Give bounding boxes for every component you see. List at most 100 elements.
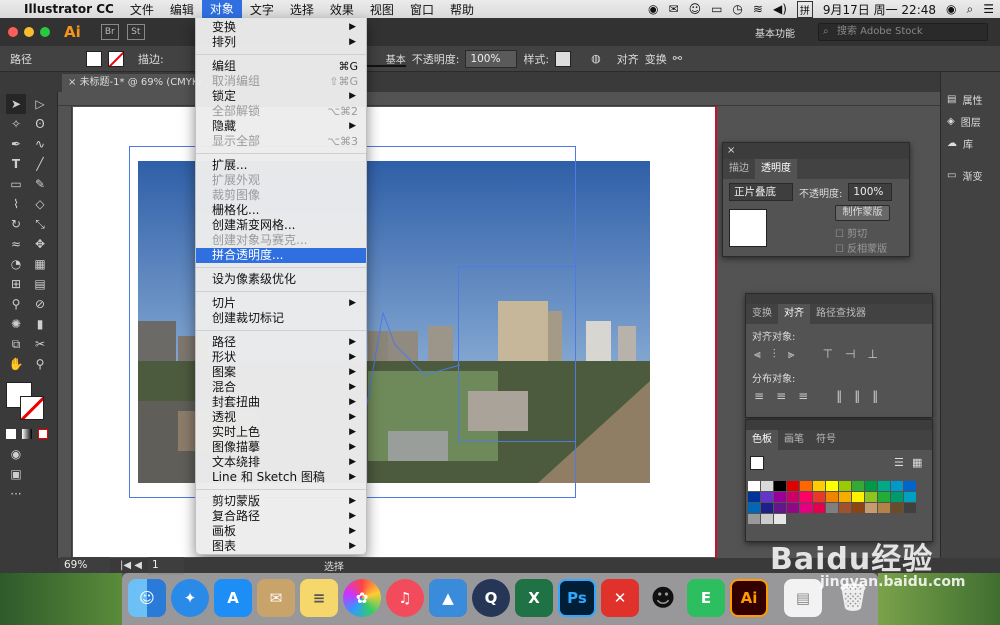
color-swatch[interactable] (787, 481, 799, 491)
menu-item[interactable]: 变换 ▶ (196, 20, 366, 35)
gradient-panel-button[interactable]: ▭ 渐变 (947, 164, 982, 186)
tab-brushes[interactable]: 画笔 (778, 430, 810, 450)
menu-item[interactable]: 文本绕排 ▶ (196, 455, 366, 470)
color-swatch[interactable] (852, 503, 864, 513)
opacity-field[interactable]: 100% (465, 49, 518, 68)
menu-item[interactable]: 封套扭曲 ▶ (196, 395, 366, 410)
menu-item[interactable]: 路径 ▶ (196, 335, 366, 350)
artboard-tool-icon[interactable]: ⧉ (6, 334, 26, 354)
menu-effect[interactable]: 效果 (322, 1, 362, 18)
menu-edit[interactable]: 编辑 (162, 1, 202, 18)
stroke-swatch[interactable] (108, 50, 124, 67)
align-left-icon[interactable]: ⫷ (754, 347, 761, 362)
selection-tool-icon[interactable]: ➤ (6, 94, 26, 114)
color-swatch[interactable] (761, 481, 773, 491)
direct-selection-tool-icon[interactable]: ▷ (30, 94, 50, 114)
menu-object[interactable]: 对象 (201, 0, 242, 18)
eyedropper-tool-icon[interactable]: ⚲ (6, 294, 26, 314)
illustrator-dock-icon[interactable]: Ai (730, 579, 768, 617)
blend-mode-select[interactable]: 正片叠底 (729, 183, 793, 201)
menu-item[interactable]: 实时上色 ▶ (196, 425, 366, 440)
menu-item[interactable]: 设为像素级优化 (196, 272, 366, 287)
gradient-tool-icon[interactable]: ▤ (30, 274, 50, 294)
tab-pathfinder[interactable]: 路径查找器 (810, 304, 872, 324)
menu-item[interactable]: 排列 ▶ (196, 35, 366, 50)
menu-help[interactable]: 帮助 (442, 1, 482, 18)
dist-left-icon[interactable]: ‖ (836, 389, 842, 403)
menu-item[interactable]: 混合 ▶ (196, 380, 366, 395)
color-swatch[interactable] (852, 481, 864, 491)
color-swatch[interactable] (774, 481, 786, 491)
app-store-icon[interactable]: A (214, 579, 252, 617)
menu-file[interactable]: 文件 (122, 1, 162, 18)
tab-stroke[interactable]: 描边 (723, 159, 755, 179)
wechat-icon[interactable]: ✉ (669, 2, 679, 16)
color-swatch[interactable] (878, 503, 890, 513)
scale-tool-icon[interactable]: ⤡ (30, 214, 50, 234)
color-swatch[interactable] (748, 492, 760, 502)
shaper-tool-icon[interactable]: ⌇ (6, 194, 26, 214)
wifi-icon[interactable]: ≋ (753, 2, 763, 16)
hand-tool-icon[interactable]: ✋ (6, 354, 26, 374)
menu-item[interactable]: 形状 ▶ (196, 350, 366, 365)
photos-icon[interactable]: ✿ (343, 579, 381, 617)
keynote-icon[interactable]: ▲ (429, 579, 467, 617)
symbol-sprayer-tool-icon[interactable]: ✺ (6, 314, 26, 334)
menu-select[interactable]: 选择 (282, 1, 322, 18)
free-transform-tool-icon[interactable]: ✥ (30, 234, 50, 254)
menu-type[interactable]: 文字 (242, 1, 282, 18)
menu-item[interactable]: 栅格化... (196, 203, 366, 218)
notification-icon[interactable]: ☰ (983, 2, 994, 16)
color-swatch[interactable] (865, 492, 877, 502)
xmind-icon[interactable]: ✕ (601, 579, 639, 617)
stock-icon[interactable]: St (126, 24, 145, 40)
color-swatch[interactable] (839, 481, 851, 491)
menu-item[interactable]: 创建裁切标记 (196, 311, 366, 326)
color-swatch[interactable] (813, 503, 825, 513)
line-tool-icon[interactable]: ╱ (30, 154, 50, 174)
rotate-tool-icon[interactable]: ↻ (6, 214, 26, 234)
fill-swatch[interactable] (86, 50, 102, 67)
libraries-panel-button[interactable]: ☁ 库 (947, 132, 973, 154)
finder-icon[interactable]: ☺ (128, 579, 166, 617)
tab-transform[interactable]: 变换 (746, 304, 778, 324)
menu-item[interactable]: 画板 ▶ (196, 524, 366, 539)
color-swatch[interactable] (891, 492, 903, 502)
dist-bottom-icon[interactable]: ≡ (798, 389, 808, 403)
align-vcenter-icon[interactable]: ⊣ (845, 347, 855, 362)
clock[interactable]: 9月17日 周一 22:48 (823, 1, 936, 18)
eraser-tool-icon[interactable]: ◇ (30, 194, 50, 214)
bridge-icon[interactable]: Br (100, 24, 119, 40)
dist-right-icon[interactable]: ‖ (872, 389, 878, 403)
user-icon[interactable]: ◉ (946, 2, 956, 16)
color-swatch[interactable] (839, 503, 851, 513)
menu-item[interactable]: 图像描摹 ▶ (196, 440, 366, 455)
dist-top-icon[interactable]: ≡ (754, 389, 764, 403)
color-swatch[interactable] (878, 492, 890, 502)
color-swatch[interactable] (813, 492, 825, 502)
menu-view[interactable]: 视图 (362, 1, 402, 18)
graph-tool-icon[interactable]: ▮ (30, 314, 50, 334)
close-tab-icon[interactable]: × (68, 77, 80, 88)
tab-symbols[interactable]: 符号 (810, 430, 842, 450)
warp-tool-icon[interactable]: ≈ (6, 234, 26, 254)
color-swatch[interactable] (878, 481, 890, 491)
dist-vcenter-icon[interactable]: ≡ (776, 389, 786, 403)
volume-icon[interactable]: ◀) (773, 2, 787, 16)
menu-app-name[interactable]: Illustrator CC (16, 2, 122, 16)
color-swatch[interactable] (748, 514, 760, 524)
menu-item[interactable]: 隐藏 ▶ (196, 119, 366, 134)
swatch-fill-indicator[interactable] (750, 456, 764, 470)
color-swatch[interactable] (800, 503, 812, 513)
lasso-tool-icon[interactable]: ʘ (30, 114, 50, 134)
evernote-icon[interactable]: E (687, 579, 725, 617)
zoom-tool-icon[interactable]: ⚲ (30, 354, 50, 374)
qq-dock-icon[interactable]: ☻ (644, 579, 682, 617)
workspace-switcher[interactable]: 基本功能 (755, 25, 795, 40)
color-swatch[interactable] (865, 481, 877, 491)
color-swatch[interactable] (787, 503, 799, 513)
blend-tool-icon[interactable]: ⊘ (30, 294, 50, 314)
recolor-icon[interactable]: ◍ (591, 52, 601, 65)
maximize-window-icon[interactable] (40, 27, 50, 37)
minimize-window-icon[interactable] (24, 27, 34, 37)
